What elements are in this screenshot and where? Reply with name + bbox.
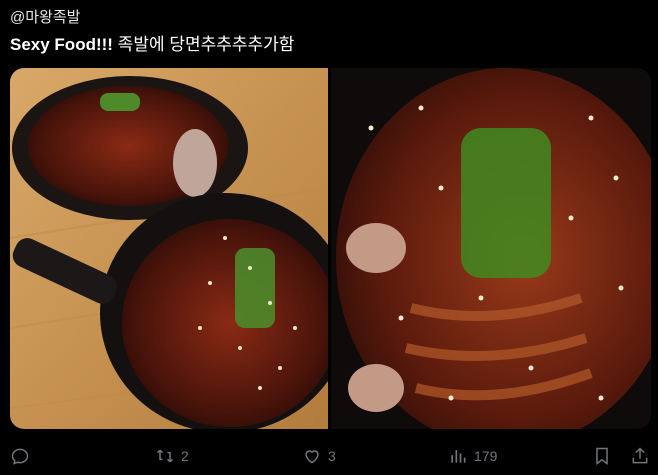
retweet-icon: [156, 449, 174, 463]
tweet-media: [10, 68, 651, 429]
retweet-count: 2: [181, 448, 189, 464]
media-photo-left[interactable]: [10, 68, 328, 429]
tweet-text-rest: 족발에 당면추추추추가함: [112, 35, 295, 54]
tweet-actions: 2 3 179: [0, 440, 658, 475]
share-icon: [632, 447, 648, 464]
reply-button[interactable]: [10, 446, 36, 466]
retweet-button[interactable]: 2: [155, 446, 189, 466]
like-button[interactable]: 3: [302, 446, 336, 466]
share-button[interactable]: [630, 446, 650, 466]
views-count: 179: [474, 448, 498, 464]
heart-icon: [305, 450, 319, 464]
tweet-author-handle[interactable]: @마왕족발: [10, 6, 80, 27]
bookmark-button[interactable]: [592, 446, 612, 466]
tweet-text: Sexy Food!!! 족발에 당면추추추추가함: [10, 30, 294, 55]
views-button[interactable]: 179: [448, 446, 497, 466]
reply-icon: [11, 448, 29, 465]
tweet-text-bold: Sexy Food!!!: [10, 35, 113, 54]
views-icon: [451, 450, 466, 463]
food-photo-left-image: [10, 68, 328, 429]
food-photo-right-image: [331, 68, 651, 429]
bookmark-icon: [596, 447, 608, 465]
media-photo-right[interactable]: [331, 68, 651, 429]
like-count: 3: [328, 448, 336, 464]
